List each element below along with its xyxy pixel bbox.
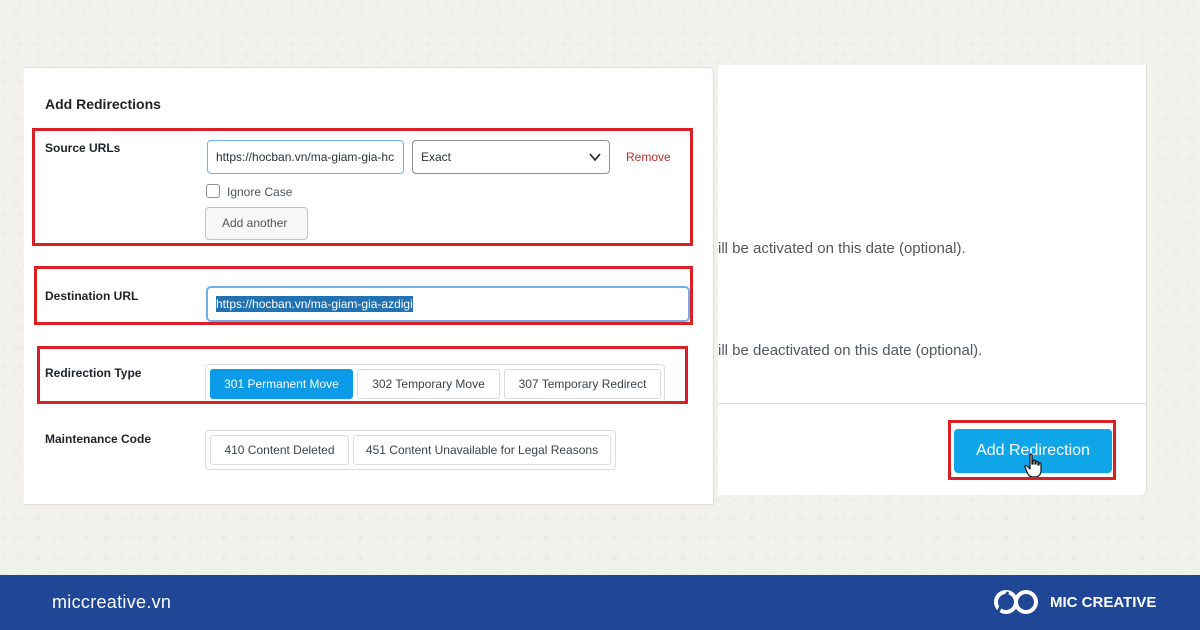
section-title: Add Redirections xyxy=(45,96,161,112)
source-url-input[interactable]: https://hocban.vn/ma-giam-gia-hc xyxy=(207,140,404,174)
deactivation-hint: ill be deactivated on this date (optiona… xyxy=(718,342,983,359)
hand-cursor-icon xyxy=(1023,453,1045,479)
ignore-case-checkbox[interactable] xyxy=(206,184,220,198)
add-redirections-panel: Add Redirections Source URLs https://hoc… xyxy=(24,67,714,505)
activation-hint: ill be activated on this date (optional)… xyxy=(718,240,966,257)
destination-url-value: https://hocban.vn/ma-giam-gia-azdigi xyxy=(216,296,413,312)
destination-url-input[interactable]: https://hocban.vn/ma-giam-gia-azdigi xyxy=(207,287,689,321)
remove-link[interactable]: Remove xyxy=(626,150,671,164)
mic-creative-logo-icon xyxy=(992,586,1040,618)
site-url: miccreative.vn xyxy=(52,592,172,612)
footer-bar: miccreative.vn MIC CREATIVE xyxy=(0,575,1200,630)
type-301-button[interactable]: 301 Permanent Move xyxy=(210,369,353,399)
ignore-case-label: Ignore Case xyxy=(227,185,293,199)
redirection-type-label: Redirection Type xyxy=(45,366,142,380)
code-410-button[interactable]: 410 Content Deleted xyxy=(210,435,349,465)
add-another-button[interactable]: Add another xyxy=(205,207,308,240)
type-307-button[interactable]: 307 Temporary Redirect xyxy=(504,369,661,399)
maintenance-code-group: 410 Content Deleted 451 Content Unavaila… xyxy=(205,430,616,470)
source-url-value: https://hocban.vn/ma-giam-gia-hc xyxy=(216,150,395,164)
match-type-select[interactable]: Exact xyxy=(412,140,610,174)
match-type-value: Exact xyxy=(421,150,452,164)
redirection-type-group: 301 Permanent Move 302 Temporary Move 30… xyxy=(205,364,665,404)
maintenance-code-label: Maintenance Code xyxy=(45,432,152,446)
brand-name: MIC CREATIVE xyxy=(1050,594,1157,611)
chevron-down-icon xyxy=(589,141,601,184)
code-451-button[interactable]: 451 Content Unavailable for Legal Reason… xyxy=(353,435,611,465)
type-302-button[interactable]: 302 Temporary Move xyxy=(357,369,500,399)
source-urls-label: Source URLs xyxy=(45,141,121,155)
destination-url-label: Destination URL xyxy=(45,289,139,303)
